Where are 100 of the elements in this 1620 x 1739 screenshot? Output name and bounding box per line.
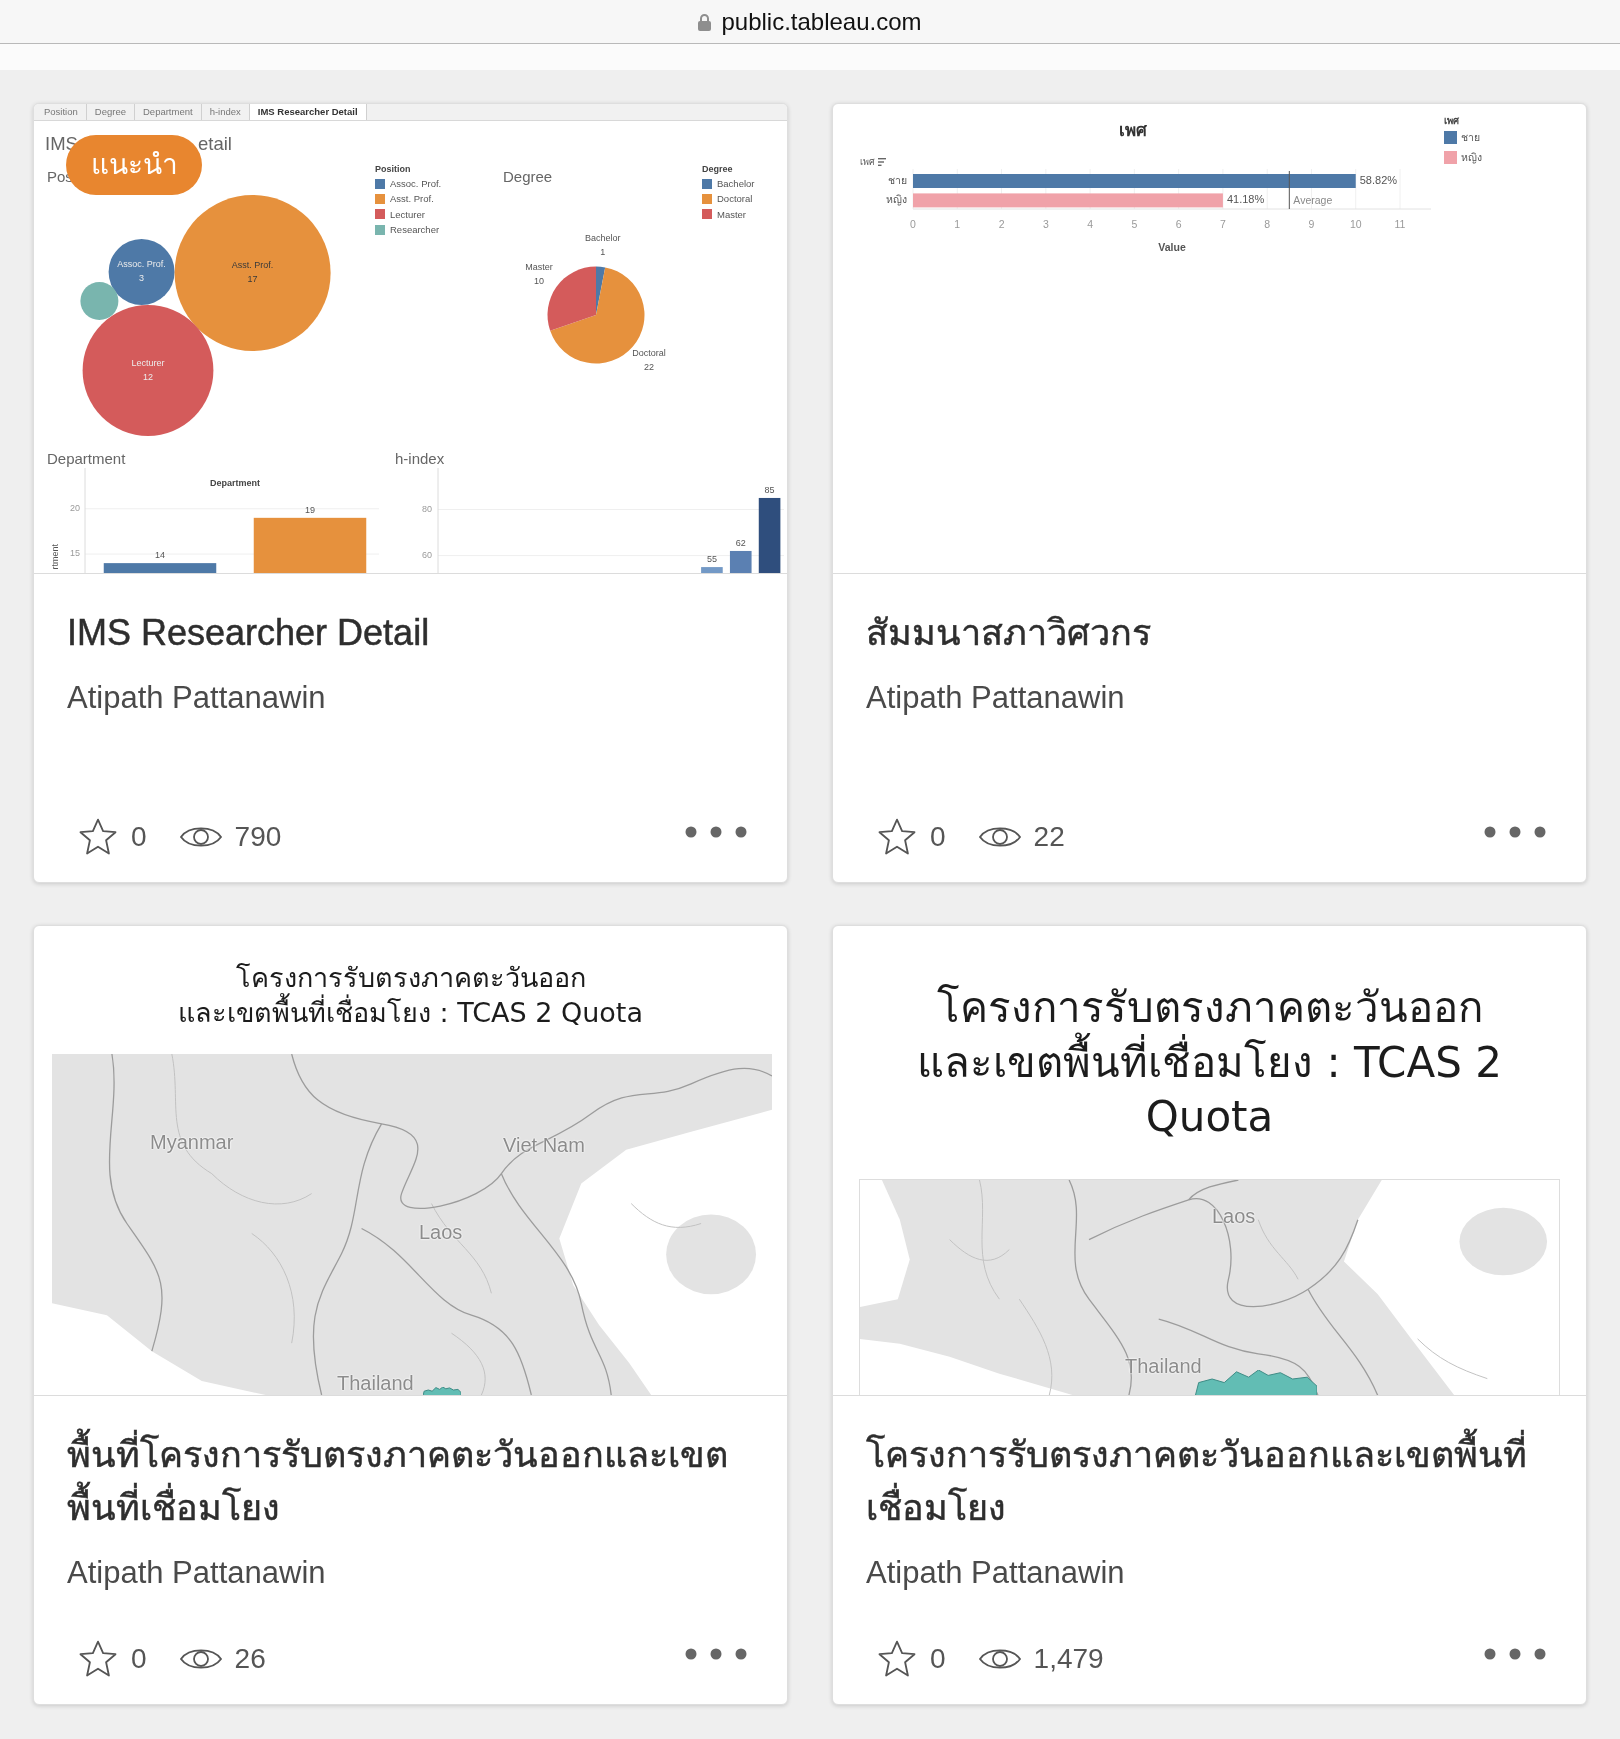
- bubble-label: Assoc. Prof.: [117, 259, 166, 270]
- dashboard-title: etail: [198, 133, 232, 155]
- bubble-label: Lecturer: [131, 357, 165, 368]
- chart-title: Department: [210, 477, 260, 488]
- slice-label: Doctoral: [632, 348, 666, 359]
- axis-tick-label: 3: [1042, 217, 1049, 230]
- axis-tick-label: 10: [1349, 217, 1362, 230]
- axis-tick-label: 60: [422, 549, 432, 560]
- axis-tick-label: 1: [954, 217, 961, 230]
- axis-tick-label: 5: [1131, 217, 1138, 230]
- axis-tick-label: 2: [998, 217, 1005, 230]
- viz-title[interactable]: สัมมนาสภาวิศวกร: [866, 606, 1151, 659]
- legend-label: Doctoral: [717, 192, 753, 207]
- legend-label: หญิง: [1461, 149, 1482, 166]
- data-label: 55: [706, 554, 717, 565]
- view-count: 26: [234, 1643, 266, 1675]
- reference-line: [1288, 170, 1290, 210]
- axis-tick-label: 80: [422, 503, 432, 514]
- legend-title: Degree: [702, 163, 733, 176]
- data-label: 85: [764, 484, 775, 495]
- map-label: Laos: [419, 1221, 463, 1243]
- data-label: 62: [735, 537, 746, 548]
- axis-tick-label: 15: [70, 548, 80, 559]
- reference-line-label: Average: [1293, 193, 1333, 206]
- view-count: 22: [1033, 821, 1065, 853]
- bubble-value: 3: [139, 273, 145, 284]
- section-heading: Department: [47, 449, 126, 468]
- legend-label: Asst. Prof.: [390, 192, 434, 207]
- favorite-button[interactable]: 0: [78, 1640, 147, 1678]
- bubble-label: Asst. Prof.: [231, 260, 274, 271]
- favorite-button[interactable]: 0: [877, 1640, 946, 1678]
- axis-tick-label: 9: [1308, 217, 1315, 230]
- map-label: Thailand: [337, 1372, 414, 1394]
- sort-icon: [878, 158, 886, 166]
- slice-label: Master: [525, 261, 553, 272]
- view-count: 1,479: [1033, 1643, 1104, 1675]
- highlighted-region: [423, 1387, 461, 1395]
- ellipsis-icon[interactable]: [685, 825, 747, 838]
- section-heading: h-index: [395, 449, 445, 468]
- row-header: เพศ: [860, 156, 875, 167]
- star-icon[interactable]: [877, 1640, 917, 1678]
- dashboard-tab[interactable]: IMS Researcher Detail: [249, 104, 367, 120]
- axis-title: Value: [1158, 240, 1186, 253]
- map-label: Myanmar: [150, 1131, 234, 1153]
- map-label: Thailand: [1125, 1354, 1202, 1377]
- bubble-value: 12: [143, 371, 153, 382]
- legend-label: Lecturer: [390, 207, 425, 222]
- view-count: 790: [234, 821, 282, 853]
- chart-title: เพศ: [1119, 120, 1147, 142]
- dashboard-tab[interactable]: Position: [36, 104, 87, 120]
- viz-title[interactable]: โครงการรับตรงภาคตะวันออกและเขตพื้นที่เชื่อมโยง: [866, 1428, 1528, 1534]
- star-icon[interactable]: [78, 1640, 118, 1678]
- star-icon[interactable]: [78, 818, 118, 856]
- category-label: หญิง: [886, 193, 907, 206]
- map-label: Laos: [1212, 1204, 1256, 1227]
- author-name[interactable]: Atipath Pattanawin: [67, 676, 326, 720]
- map-label: Viet Nam: [503, 1134, 585, 1156]
- legend-label: ชาย: [1461, 130, 1480, 145]
- category-label: ชาย: [888, 173, 907, 186]
- axis-tick-label: 6: [1175, 217, 1182, 230]
- dashboard-tab[interactable]: h-index: [201, 104, 250, 120]
- lock-icon: [698, 12, 712, 31]
- section-heading: Degree: [503, 168, 553, 186]
- slice-value: 10: [533, 275, 544, 286]
- axis-tick-label: 4: [1087, 217, 1093, 230]
- dashboard-title: โครงการรับตรงภาคตะวันออก และเขตพื้นที่เชื่อมโยง : TCAS 2 Quota: [916, 982, 1503, 1143]
- legend-label: Assoc. Prof.: [390, 177, 442, 191]
- favorite-button[interactable]: 0: [877, 818, 946, 856]
- dashboard-title: โครงการรับตรงภาคตะวันออก และเขตพื้นที่เชื่อมโยง : TCAS 2 Quota: [178, 961, 643, 1030]
- axis-title: rtment: [50, 544, 61, 570]
- star-icon[interactable]: [877, 818, 917, 856]
- slice-value: 22: [643, 362, 654, 373]
- viz-title[interactable]: พื้นที่โครงการรับตรงภาคตะวันออกและเขตพื้นที่เชื่อมโยง: [67, 1428, 729, 1534]
- address-bar[interactable]: public.tableau.com: [0, 0, 1620, 44]
- axis-tick-label: 20: [70, 503, 80, 514]
- author-name[interactable]: Atipath Pattanawin: [67, 1551, 326, 1595]
- ellipsis-icon[interactable]: [1484, 825, 1546, 838]
- share-label: 41.18%: [1226, 193, 1265, 206]
- ellipsis-icon[interactable]: [1484, 1647, 1546, 1660]
- ellipsis-icon[interactable]: [685, 1647, 747, 1660]
- data-label: 19: [305, 504, 315, 515]
- favorite-button[interactable]: 0: [78, 818, 147, 856]
- axis-tick-label: 8: [1264, 217, 1271, 230]
- legend-label: Researcher: [390, 222, 440, 237]
- legend-title: Position: [375, 163, 411, 176]
- dashboard-tab[interactable]: Degree: [86, 104, 135, 120]
- axis-tick-label: 11: [1394, 217, 1406, 230]
- legend-title: เพศ: [1444, 114, 1459, 128]
- data-label: 14: [155, 550, 165, 561]
- author-name[interactable]: Atipath Pattanawin: [866, 676, 1125, 720]
- bubble-value: 17: [247, 274, 258, 285]
- axis-tick-label: 7: [1220, 217, 1226, 230]
- slice-value: 1: [600, 246, 606, 257]
- share-label: 58.82%: [1359, 173, 1398, 186]
- viz-title[interactable]: IMS Researcher Detail: [67, 606, 430, 659]
- legend-label: Bachelor: [717, 177, 755, 191]
- dashboard-tab[interactable]: Department: [135, 104, 202, 120]
- author-name[interactable]: Atipath Pattanawin: [866, 1551, 1125, 1595]
- axis-tick-label: 0: [910, 217, 916, 230]
- slice-label: Bachelor: [584, 232, 621, 243]
